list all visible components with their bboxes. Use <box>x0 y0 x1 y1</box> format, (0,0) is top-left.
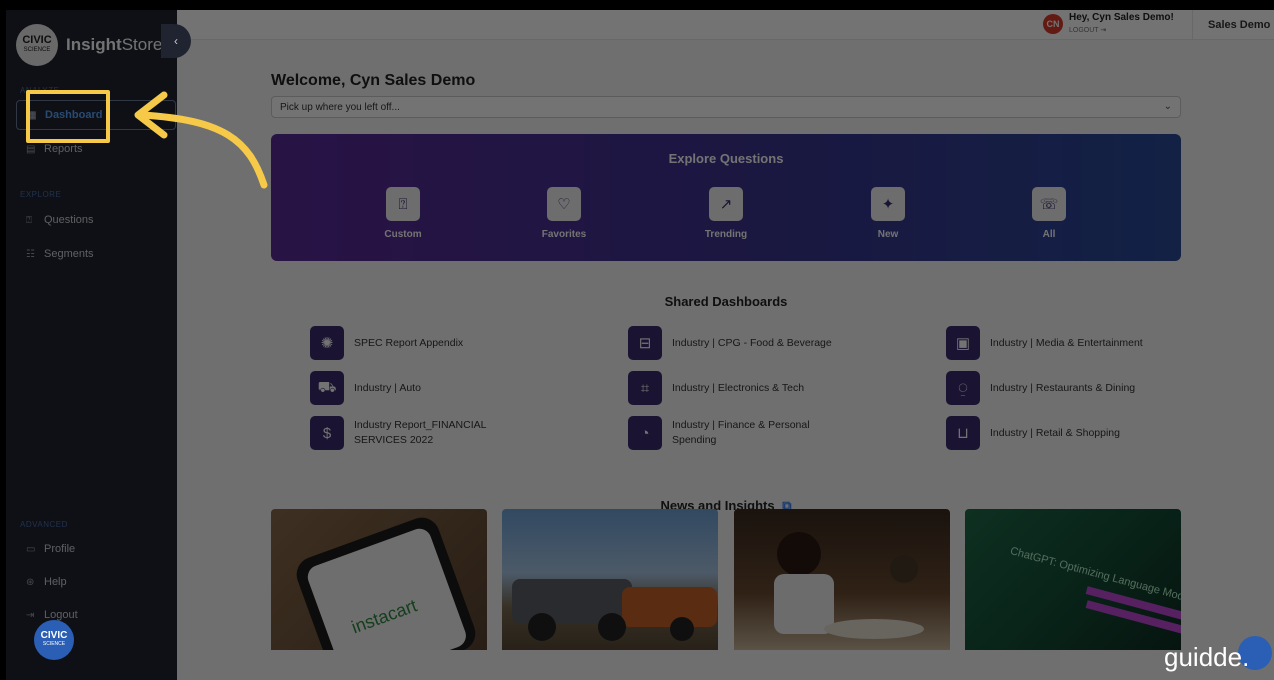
civic-science-logo: CIVIC SCIENCE <box>16 24 58 66</box>
profile-icon: ▭ <box>26 543 36 555</box>
news-card[interactable] <box>502 509 718 650</box>
explore-new[interactable]: ✦ New <box>848 187 928 240</box>
sidebar-item-label: Segments <box>44 248 94 260</box>
trending-icon: ↗ <box>709 187 743 221</box>
chip-icon: ⌗ <box>628 371 662 405</box>
dashboard-label: Industry | Retail & Shopping <box>990 426 1120 439</box>
favorites-heart-icon: ♡ <box>547 187 581 221</box>
sidebar-item-label: Questions <box>44 214 94 226</box>
dashboard-link[interactable]: ▣ Industry | Media & Entertainment <box>946 326 1236 360</box>
sidebar-item-label: Reports <box>44 143 83 155</box>
highlight-box <box>26 90 110 143</box>
dashboard-link[interactable]: ⍜ Industry | Restaurants & Dining <box>946 371 1236 405</box>
dashboard-label: Industry Report_FINANCIAL SERVICES 2022 <box>354 419 487 446</box>
chevron-left-icon: ‹ <box>174 34 178 48</box>
dashboard-label: Industry | Auto <box>354 381 421 394</box>
pickup-dropdown[interactable]: Pick up where you left off... ⌄ <box>271 96 1181 118</box>
dashboard-link[interactable]: $ Industry Report_FINANCIAL SERVICES 202… <box>310 416 600 450</box>
explore-title: Explore Questions <box>668 151 784 166</box>
explore-label: Favorites <box>541 229 587 240</box>
explore-label: New <box>877 229 899 240</box>
sidebar-item-segments[interactable]: ☷ Segments <box>16 239 176 269</box>
car-icon: ⛟ <box>310 371 344 405</box>
sidebar-item-questions[interactable]: ⍰ Questions <box>16 205 176 235</box>
custom-question-icon: ⍰ <box>386 187 420 221</box>
explore-favorites[interactable]: ♡ Favorites <box>524 187 604 240</box>
app-name: InsightStore <box>66 35 163 54</box>
sidebar-item-help[interactable]: ⊛ Help <box>16 567 176 597</box>
dashboard-label: Industry | Electronics & Tech <box>672 381 805 394</box>
virus-icon: ✺ <box>310 326 344 360</box>
new-sparkle-icon: ✦ <box>871 187 905 221</box>
sidebar-item-label: Help <box>44 576 67 588</box>
explore-trending[interactable]: ↗ Trending <box>686 187 766 240</box>
help-icon: ⊛ <box>26 576 35 588</box>
pointer-arrow-icon <box>134 91 268 189</box>
section-label-advanced: ADVANCED <box>20 520 68 529</box>
dashboard-link[interactable]: ⊟ Industry | CPG - Food & Beverage <box>628 326 918 360</box>
question-icon: ⍰ <box>26 214 32 226</box>
all-chat-icon: ☏ <box>1032 187 1066 221</box>
explore-label: Custom <box>384 229 422 240</box>
logout-icon: ⇥ <box>26 609 35 621</box>
dashboard-link[interactable]: ✺ SPEC Report Appendix <box>310 326 600 360</box>
dashboard-label: Industry | Media & Entertainment <box>990 336 1143 349</box>
dashboard-label: SPEC Report Appendix <box>354 336 464 349</box>
news-image-trucks <box>512 579 717 641</box>
dashboard-link[interactable]: ⌗ Industry | Electronics & Tech <box>628 371 918 405</box>
pickup-placeholder: Pick up where you left off... <box>280 102 400 113</box>
segments-icon: ☷ <box>26 248 35 260</box>
brand[interactable]: CIVIC SCIENCE InsightStore <box>16 24 162 66</box>
dashboard-label: Industry | Finance & Personal Spending <box>672 419 810 446</box>
piggy-bank-icon: ◔ <box>628 416 662 450</box>
dashboard-label: Industry | CPG - Food & Beverage <box>672 336 832 349</box>
user-greeting: Hey, Cyn Sales Demo! <box>1069 12 1174 23</box>
media-icon: ▣ <box>946 326 980 360</box>
guidde-watermark: guidde. <box>1164 642 1250 672</box>
shared-dashboards-title: Shared Dashboards <box>664 294 788 309</box>
food-icon: ⊟ <box>628 326 662 360</box>
news-image-dining <box>774 532 924 639</box>
explore-label: Trending <box>704 229 748 240</box>
page-title: Welcome, Cyn Sales Demo <box>271 72 476 89</box>
news-image-chatgpt: ChatGPT: Optimizing Language Models for … <box>1009 545 1181 634</box>
section-label-explore: EXPLORE <box>20 190 62 199</box>
sidebar-item-label: Profile <box>44 543 76 555</box>
shopping-bag-icon: ⊔ <box>946 416 980 450</box>
dashboard-link[interactable]: ◔ Industry | Finance & Personal Spending <box>628 416 918 450</box>
dashboard-link[interactable]: ⊔ Industry | Retail & Shopping <box>946 416 1236 450</box>
news-card[interactable] <box>734 509 950 650</box>
dining-icon: ⍜ <box>946 371 980 405</box>
news-card[interactable]: instacart <box>271 509 487 650</box>
logout-link[interactable]: LOGOUT ⇥ <box>1069 26 1106 34</box>
explore-questions-panel: Explore Questions ⍰ Custom ♡ Favorites ↗… <box>271 134 1181 261</box>
sidebar-item-profile[interactable]: ▭ Profile <box>16 534 176 564</box>
civic-science-badge: CIVIC SCIENCE <box>34 620 74 660</box>
news-card[interactable]: ChatGPT: Optimizing Language Models for … <box>965 509 1181 650</box>
avatar[interactable]: CN <box>1043 14 1063 34</box>
top-bar: CN Hey, Cyn Sales Demo! LOGOUT ⇥ Sales D… <box>177 10 1274 40</box>
document-icon: ▤ <box>26 143 36 155</box>
org-switcher[interactable]: Sales Demo <box>1192 10 1270 40</box>
explore-all[interactable]: ☏ All <box>1009 187 1089 240</box>
explore-custom[interactable]: ⍰ Custom <box>363 187 443 240</box>
chevron-down-icon: ⌄ <box>1163 101 1172 112</box>
dashboard-link[interactable]: ⛟ Industry | Auto <box>310 371 600 405</box>
news-image-instacart: instacart <box>296 517 476 650</box>
explore-label: All <box>1042 229 1056 240</box>
dashboard-label: Industry | Restaurants & Dining <box>990 381 1136 394</box>
sidebar-item-label: Logout <box>44 609 78 621</box>
app-window: CIVIC SCIENCE InsightStore ANALYZE ▦ Das… <box>6 10 1274 680</box>
money-hands-icon: $ <box>310 416 344 450</box>
